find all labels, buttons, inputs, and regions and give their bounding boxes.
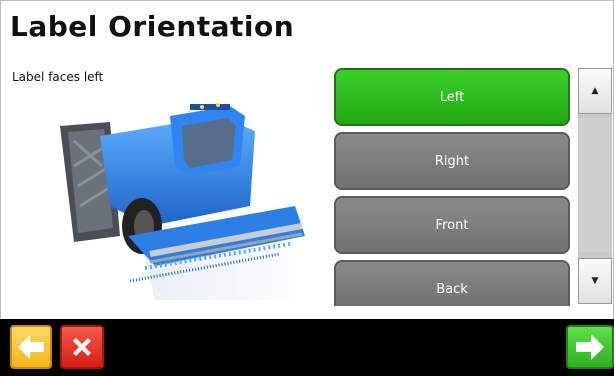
option-back-button[interactable]: Back — [334, 260, 570, 306]
next-button[interactable] — [566, 325, 614, 369]
options-scrollbar[interactable]: ▲ ▼ — [578, 68, 612, 304]
scroll-down-button[interactable]: ▼ — [578, 258, 612, 304]
chevron-down-icon: ▼ — [591, 276, 599, 286]
scroll-thumb[interactable] — [579, 118, 611, 252]
combine-harvester-illustration — [60, 103, 310, 300]
forward-arrow-icon — [576, 334, 604, 360]
option-right-label: Right — [434, 153, 470, 169]
option-front-label: Front — [435, 217, 469, 233]
page-title: Label Orientation — [10, 10, 295, 43]
option-left-button[interactable]: Left — [334, 68, 570, 126]
back-arrow-icon — [18, 335, 44, 359]
close-icon — [73, 338, 91, 356]
chevron-up-icon: ▲ — [591, 86, 599, 96]
option-right-button[interactable]: Right — [334, 132, 570, 190]
bottom-navigation-bar — [0, 319, 614, 376]
back-button[interactable] — [10, 325, 52, 369]
orientation-description: Label faces left — [12, 70, 104, 84]
option-left-label: Left — [439, 89, 465, 105]
scroll-up-button[interactable]: ▲ — [578, 68, 612, 114]
option-front-button[interactable]: Front — [334, 196, 570, 254]
option-back-label: Back — [436, 281, 468, 297]
cancel-button[interactable] — [60, 325, 104, 369]
